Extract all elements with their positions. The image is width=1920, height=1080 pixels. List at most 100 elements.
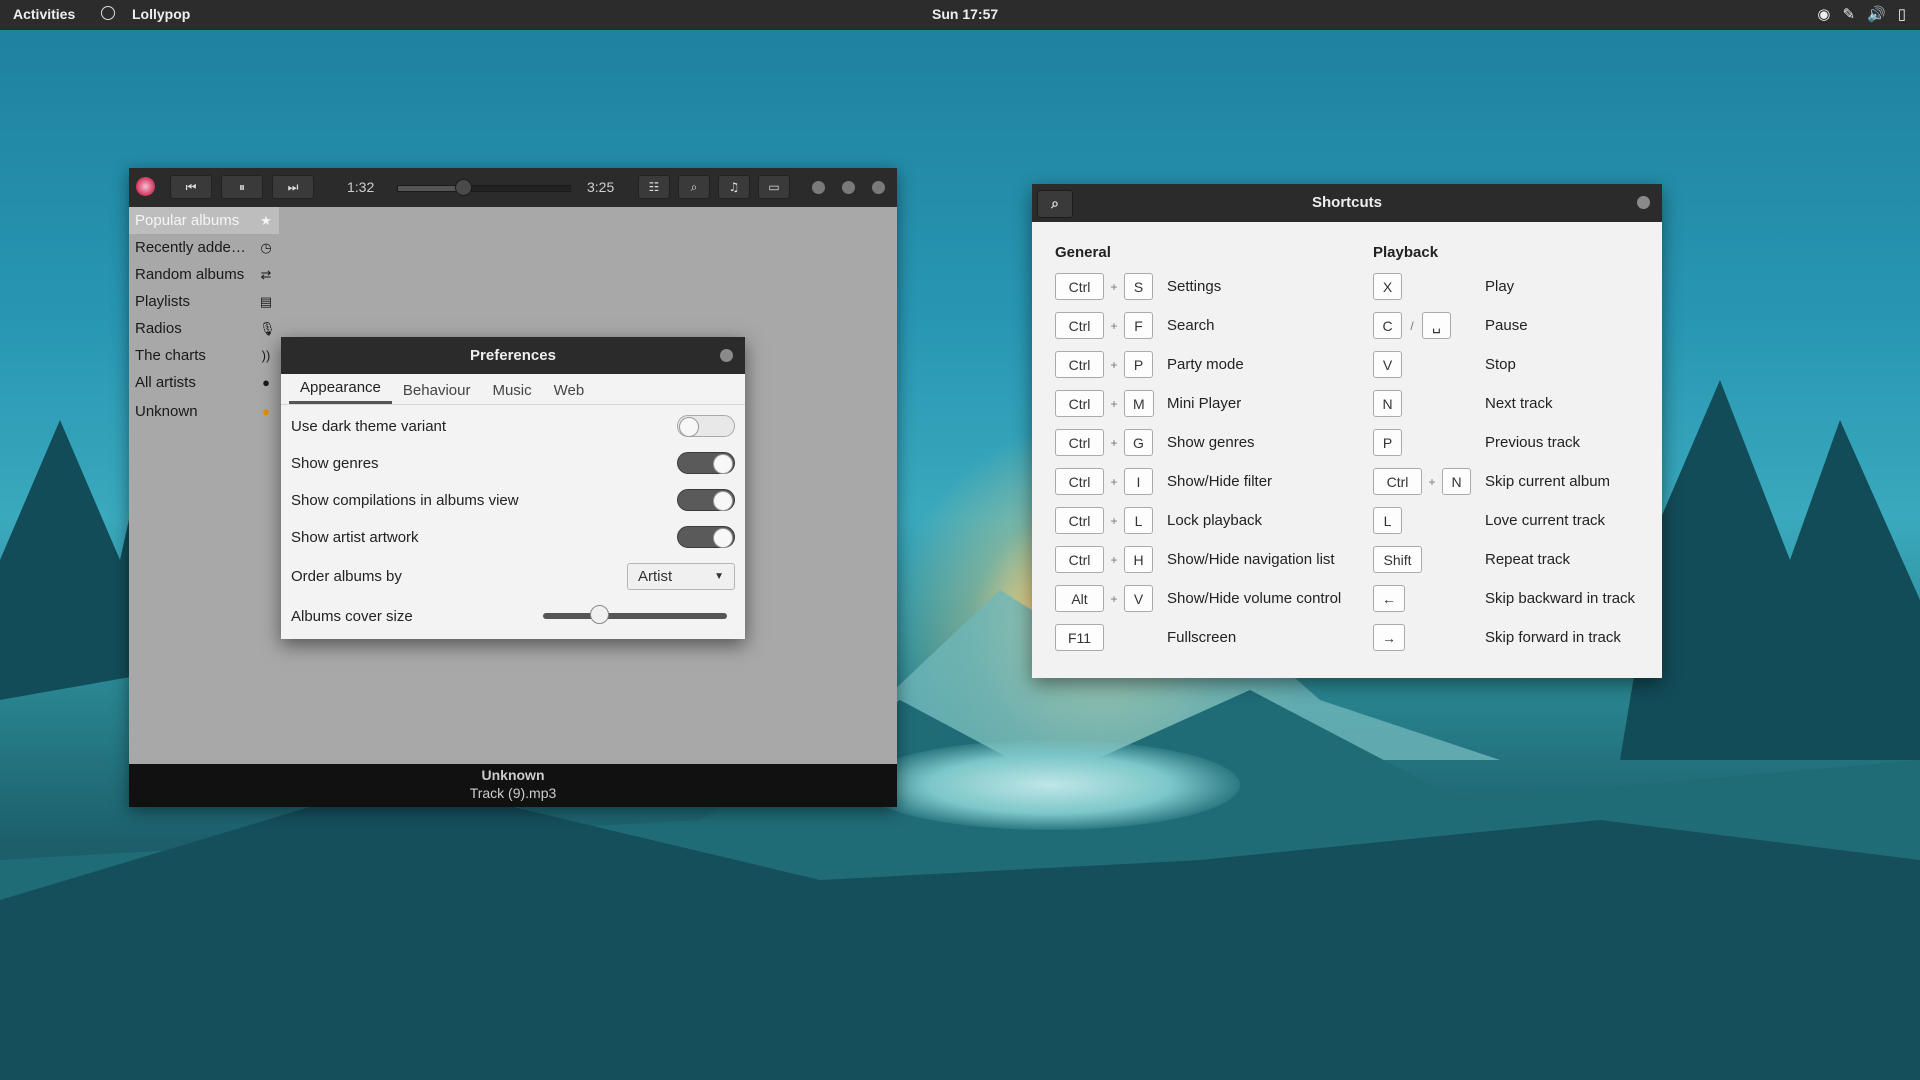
slider-handle[interactable] [590, 605, 610, 624]
pause-button[interactable]: ⏸ [221, 175, 263, 199]
battery-icon[interactable]: ▯ [1898, 5, 1906, 23]
pref-label: Order albums by [291, 567, 402, 585]
search-icon: ⌕ [1051, 195, 1059, 211]
keycap: F11 [1055, 624, 1104, 651]
shortcut-description: Show genres [1167, 434, 1255, 451]
close-button[interactable] [872, 181, 885, 194]
general-shortcut-row: Ctrl + S Settings [1055, 267, 1365, 306]
system-tray[interactable]: ◉ ✎ 🔊 ▯ [1817, 5, 1906, 23]
keycap: V [1373, 351, 1402, 378]
wallpaper-lake [860, 740, 1240, 830]
general-heading: General [1055, 244, 1111, 261]
tab-behaviour[interactable]: Behaviour [392, 382, 482, 404]
seek-slider[interactable] [397, 179, 571, 196]
pen-icon[interactable]: ✎ [1842, 5, 1855, 23]
dark-theme-toggle[interactable] [677, 415, 735, 437]
list-view-button[interactable]: ☷ [638, 175, 670, 199]
keycap: L [1124, 507, 1153, 534]
key-separator: + [1428, 474, 1436, 489]
keycap: G [1124, 429, 1153, 456]
general-shortcut-row: Ctrl + L Lock playback [1055, 501, 1365, 540]
screen-button[interactable]: ▭ [758, 175, 790, 199]
pref-label: Show artist artwork [291, 528, 419, 546]
pref-row-order-albums: Order albums by Artist ▼ [291, 561, 735, 591]
pref-label: Albums cover size [291, 607, 413, 625]
rss-icon: )) [261, 348, 271, 363]
sidebar-item-playlists[interactable]: Playlists ▤ [129, 288, 279, 315]
shortcut-description: Fullscreen [1167, 629, 1237, 646]
general-column: General Ctrl + S Settings Ctrl + F Search Ctrl + P… [1055, 244, 1365, 657]
sidebar-item-recently-added[interactable]: Recently adde… ◷ [129, 234, 279, 261]
key-separator: + [1110, 474, 1118, 489]
playlist-icon: ▤ [259, 293, 273, 309]
show-genres-toggle[interactable] [677, 452, 735, 474]
shortcut-description: Settings [1167, 278, 1222, 295]
artist-artwork-toggle[interactable] [677, 526, 735, 548]
tab-web[interactable]: Web [543, 382, 596, 404]
shortcut-description: Party mode [1167, 356, 1244, 373]
general-shortcut-row: Ctrl + G Show genres [1055, 423, 1365, 462]
shortcut-description: Stop [1485, 356, 1516, 373]
playback-shortcut-row: X Play [1373, 267, 1653, 306]
general-shortcut-row: Ctrl + M Mini Player [1055, 384, 1365, 423]
playback-shortcut-row: C / ␣ Pause [1373, 306, 1653, 345]
shortcuts-window: ⌕ Shortcuts General Ctrl + S Settings Ctrl + F… [1032, 184, 1662, 678]
key-separator: + [1110, 279, 1118, 294]
sidebar-item-unknown[interactable]: Unknown ● [129, 398, 279, 425]
show-compilations-toggle[interactable] [677, 489, 735, 511]
keycap: Ctrl [1373, 468, 1422, 495]
app-menu[interactable]: Lollypop [132, 6, 190, 22]
player-headerbar: ⏮ ⏸ ⏭ 1:32 3:25 ☷ ⌕ ♫ ▭ [129, 168, 897, 207]
key-separator: + [1110, 552, 1118, 567]
playback-heading: Playback [1373, 244, 1439, 261]
cover-size-slider[interactable] [543, 605, 727, 624]
playback-shortcut-row: N Next track [1373, 384, 1653, 423]
shortcuts-search-button[interactable]: ⌕ [1037, 190, 1073, 218]
sidebar-item-popular-albums[interactable]: Popular albums ★ [129, 207, 279, 234]
minimize-button[interactable] [812, 181, 825, 194]
keycap: L [1373, 507, 1402, 534]
tab-appearance[interactable]: Appearance [289, 379, 392, 404]
general-shortcut-row: Ctrl + P Party mode [1055, 345, 1365, 384]
keycap: ␣ [1422, 312, 1451, 339]
volume-icon[interactable]: 🔊 [1867, 5, 1886, 23]
playback-shortcut-row: → Skip forward in track [1373, 618, 1653, 657]
pref-row-show-genres: Show genres [291, 448, 735, 478]
keycap: Ctrl [1055, 546, 1104, 573]
maximize-button[interactable] [842, 181, 855, 194]
keycap: S [1124, 273, 1153, 300]
network-icon[interactable]: ◉ [1817, 5, 1830, 23]
preferences-close-button[interactable] [720, 349, 733, 362]
tab-music[interactable]: Music [481, 382, 542, 404]
now-playing-bar[interactable]: Unknown Track (9).mp3 [129, 764, 897, 807]
preferences-dialog: Preferences Appearance Behaviour Music W… [281, 337, 745, 639]
order-albums-select[interactable]: Artist ▼ [627, 562, 735, 590]
shortcut-description: Show/Hide filter [1167, 473, 1273, 490]
keycap: I [1124, 468, 1153, 495]
keycap: V [1124, 585, 1153, 612]
shortcut-description: Next track [1485, 395, 1553, 412]
shortcuts-close-button[interactable] [1637, 196, 1650, 209]
key-separator: + [1110, 435, 1118, 450]
sidebar-item-random-albums[interactable]: Random albums ⇄ [129, 261, 279, 288]
sidebar-item-the-charts[interactable]: The charts)) [129, 342, 279, 369]
next-button[interactable]: ⏭ [272, 175, 314, 199]
key-separator: + [1110, 318, 1118, 333]
pref-label: Show genres [291, 454, 379, 472]
activities-button[interactable]: Activities [13, 6, 75, 22]
shortcut-description: Love current track [1485, 512, 1606, 529]
seek-handle[interactable] [455, 179, 473, 196]
search-button[interactable]: ⌕ [678, 175, 710, 199]
previous-button[interactable]: ⏮ [170, 175, 212, 199]
shortcut-description: Skip forward in track [1485, 629, 1621, 646]
sidebar-item-radios[interactable]: Radios 🎙 [129, 315, 279, 342]
keycap: C [1373, 312, 1402, 339]
keycap: Ctrl [1055, 507, 1104, 534]
shortcut-description: Pause [1485, 317, 1528, 334]
playback-menu-button[interactable]: ♫ [718, 175, 750, 199]
pref-row-artist-artwork: Show artist artwork [291, 522, 735, 552]
now-playing-artist: Unknown [481, 767, 545, 783]
clock[interactable]: Sun 17:57 [932, 6, 998, 22]
skip-forward-icon: ⏭ [287, 179, 299, 194]
sidebar-item-all-artists[interactable]: All artists ● [129, 369, 279, 396]
